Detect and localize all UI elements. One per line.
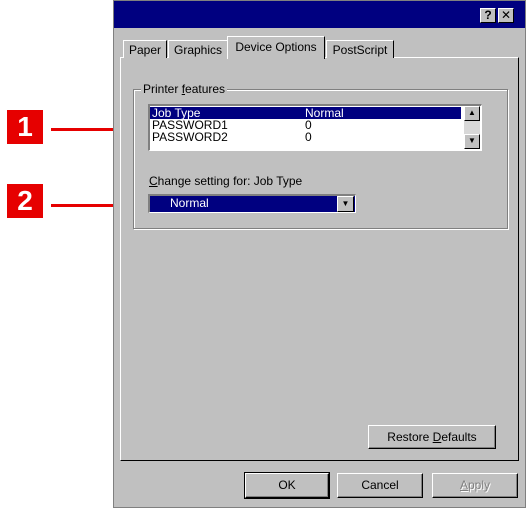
change-setting-label: Change setting for: Job Type <box>149 174 303 188</box>
title-bar[interactable]: ? ✕ <box>114 1 525 28</box>
triangle-down-icon: ▼ <box>468 136 476 145</box>
ok-button[interactable]: OK <box>244 472 330 499</box>
close-button[interactable]: ✕ <box>498 8 514 23</box>
triangle-up-icon: ▲ <box>468 108 476 117</box>
help-button[interactable]: ? <box>480 8 496 23</box>
callout-1-number: 1 <box>7 110 43 144</box>
scroll-up-button[interactable]: ▲ <box>464 106 480 121</box>
tab-device-options[interactable]: Device Options <box>227 36 325 59</box>
feature-name: PASSWORD2 <box>152 130 228 144</box>
list-scrollbar[interactable]: ▲ ▼ <box>464 106 480 149</box>
dropdown-button[interactable]: ▼ <box>337 196 354 212</box>
close-icon: ✕ <box>500 8 512 22</box>
tab-paper[interactable]: Paper <box>123 40 167 58</box>
printer-features-legend: Printer features <box>141 82 228 96</box>
chevron-down-icon: ▼ <box>341 199 350 208</box>
setting-dropdown-value: Normal <box>170 196 209 210</box>
scroll-down-button[interactable]: ▼ <box>464 134 480 149</box>
feature-value: 0 <box>305 130 312 144</box>
tab-postscript[interactable]: PostScript <box>326 40 394 58</box>
restore-defaults-button[interactable]: Restore Defaults <box>368 425 496 449</box>
list-item-password2[interactable]: PASSWORD2 0 <box>150 131 461 143</box>
properties-dialog: ? ✕ Paper Graphics Device Options PostSc… <box>113 0 526 508</box>
tab-graphics[interactable]: Graphics <box>168 40 228 58</box>
cancel-button[interactable]: Cancel <box>337 473 423 498</box>
setting-dropdown[interactable]: Normal ▼ <box>148 194 356 213</box>
printer-features-list[interactable]: Job Type Normal PASSWORD1 0 PASSWORD2 0 … <box>148 104 482 151</box>
apply-button[interactable]: Apply <box>432 473 518 498</box>
callout-2-number: 2 <box>7 184 43 218</box>
